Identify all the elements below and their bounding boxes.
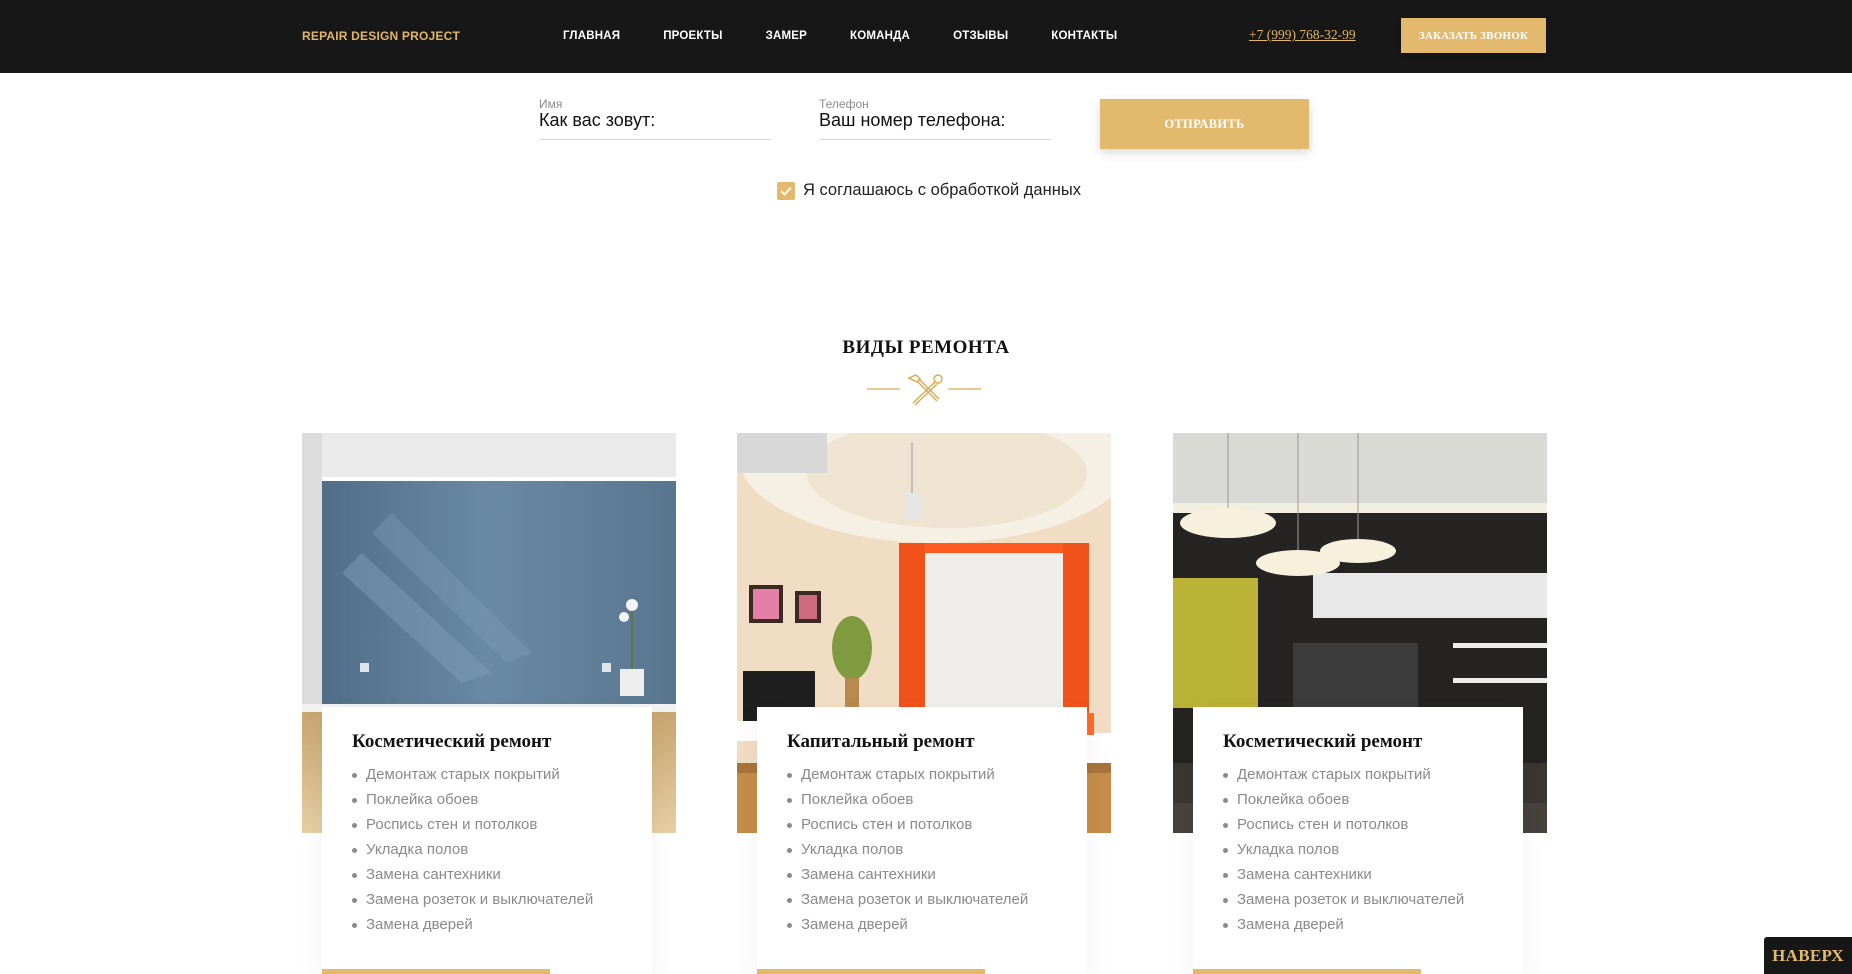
list-item: Демонтаж старых покрытий	[351, 765, 593, 790]
service-list: Демонтаж старых покрытий Поклейка обоев …	[1222, 765, 1464, 940]
scroll-to-top-button[interactable]: НАВЕРХ	[1764, 937, 1852, 974]
card-panel: Капитальный ремонт Демонтаж старых покры…	[757, 707, 1087, 974]
list-item: Замена дверей	[1222, 915, 1464, 940]
list-item: Замена розеток и выключателей	[786, 890, 1028, 915]
nav-link-contacts[interactable]: КОНТАКТЫ	[1051, 30, 1117, 42]
list-item: Укладка полов	[1222, 840, 1464, 865]
list-item: Замена сантехники	[1222, 865, 1464, 890]
list-item: Роспись стен и потолков	[786, 815, 1028, 840]
main-nav: ГЛАВНАЯ ПРОЕКТЫ ЗАМЕР КОМАНДА ОТЗЫВЫ КОН…	[563, 30, 1160, 42]
section-divider	[867, 374, 981, 406]
name-label: Имя	[539, 97, 563, 111]
list-item: Поклейка обоев	[786, 790, 1028, 815]
nav-link-home[interactable]: ГЛАВНАЯ	[563, 30, 620, 42]
nav-link-team[interactable]: КОМАНДА	[850, 30, 910, 42]
consent-checkbox[interactable]	[777, 181, 795, 200]
list-item: Поклейка обоев	[351, 790, 593, 815]
list-item: Замена сантехники	[786, 865, 1028, 890]
list-item: Укладка полов	[351, 840, 593, 865]
phone-link[interactable]: +7 (999) 768-32-99	[1249, 27, 1356, 43]
phone-field: Телефон	[819, 97, 1051, 140]
nav-link-measure[interactable]: ЗАМЕР	[766, 30, 807, 42]
service-card-cosmetic-1: Косметический ремонт Демонтаж старых пок…	[302, 433, 676, 974]
name-field: Имя	[539, 97, 771, 140]
name-input[interactable]	[539, 110, 771, 131]
consent-row: Я соглашаюсь с обработкой данных	[777, 181, 1081, 200]
consent-label: Я соглашаюсь с обработкой данных	[803, 181, 1081, 199]
order-call-button[interactable]: ЗАКАЗАТЬ ЗВОНОК	[1401, 18, 1546, 53]
list-item: Укладка полов	[786, 840, 1028, 865]
service-card-capital: Капитальный ремонт Демонтаж старых покры…	[737, 433, 1111, 974]
list-item: Замена розеток и выключателей	[351, 890, 593, 915]
card-button[interactable]	[322, 969, 550, 974]
section-title: ВИДЫ РЕМОНТА	[842, 337, 1010, 358]
nav-link-reviews[interactable]: ОТЗЫВЫ	[953, 30, 1008, 42]
list-item: Роспись стен и потолков	[1222, 815, 1464, 840]
service-card-cosmetic-2: Косметический ремонт Демонтаж старых пок…	[1173, 433, 1547, 974]
list-item: Демонтаж старых покрытий	[1222, 765, 1464, 790]
list-item: Замена дверей	[786, 915, 1028, 940]
service-list: Демонтаж старых покрытий Поклейка обоев …	[351, 765, 593, 940]
list-item: Замена дверей	[351, 915, 593, 940]
list-item: Демонтаж старых покрытий	[786, 765, 1028, 790]
card-title: Косметический ремонт	[1223, 731, 1423, 752]
card-panel: Косметический ремонт Демонтаж старых пок…	[1193, 707, 1523, 974]
nav-link-projects[interactable]: ПРОЕКТЫ	[663, 30, 722, 42]
submit-button[interactable]: ОТПРАВИТЬ	[1100, 99, 1309, 149]
hammer-wrench-icon	[907, 374, 943, 406]
logo[interactable]: REPAIR DESIGN PROJECT	[302, 29, 460, 43]
card-panel: Косметический ремонт Демонтаж старых пок…	[322, 707, 652, 974]
list-item: Поклейка обоев	[1222, 790, 1464, 815]
card-title: Косметический ремонт	[352, 731, 552, 752]
site-header: REPAIR DESIGN PROJECT ГЛАВНАЯ ПРОЕКТЫ ЗА…	[0, 0, 1852, 73]
checkmark-icon	[780, 186, 792, 196]
phone-input[interactable]	[819, 110, 1051, 131]
list-item: Замена сантехники	[351, 865, 593, 890]
service-list: Демонтаж старых покрытий Поклейка обоев …	[786, 765, 1028, 940]
card-button[interactable]	[757, 969, 985, 974]
card-button[interactable]	[1193, 969, 1421, 974]
list-item: Замена розеток и выключателей	[1222, 890, 1464, 915]
card-title: Капитальный ремонт	[787, 731, 975, 752]
phone-label: Телефон	[819, 97, 869, 111]
list-item: Роспись стен и потолков	[351, 815, 593, 840]
